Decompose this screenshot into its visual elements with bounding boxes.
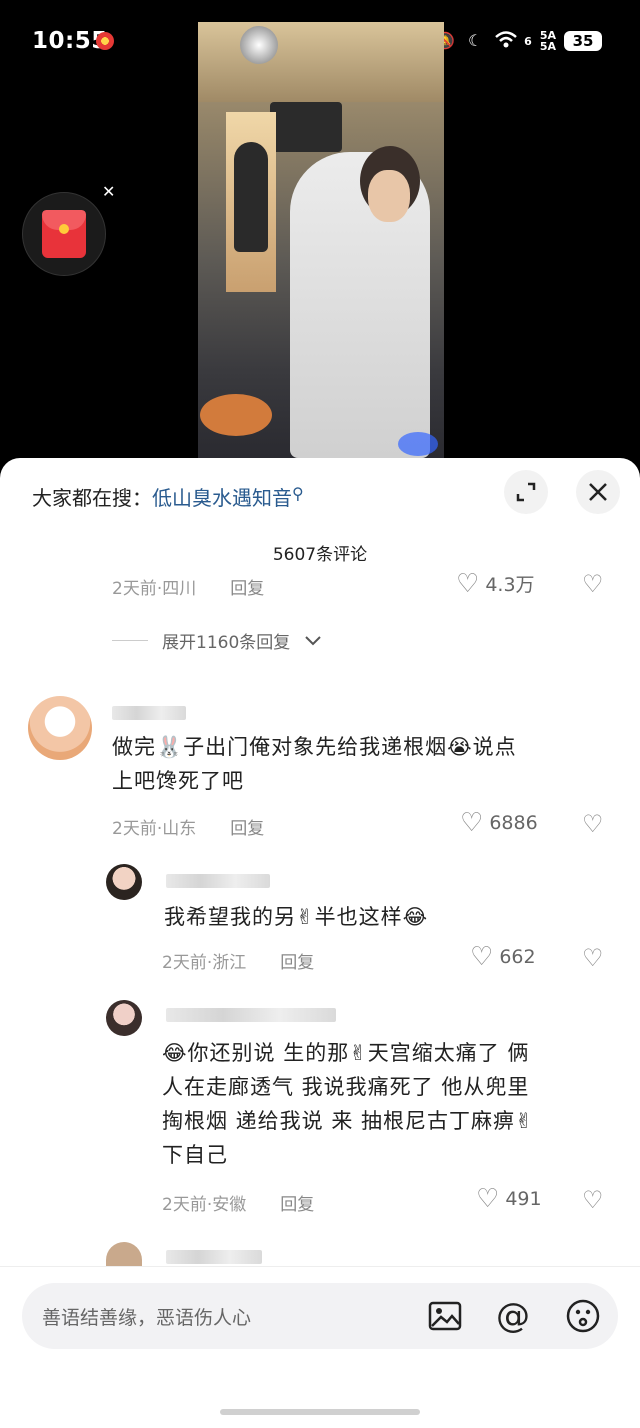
comment-line: 做完🐰子出门俺对象先给我递根烟😭说点 [112,735,517,759]
comment-line: 掏根烟 递给我说 来 抽根尼古丁麻痹✌ [162,1109,534,1133]
heart-icon: ♡ [456,568,480,599]
network-type: 5A 5A [540,30,556,52]
like-count: 6886 [489,812,538,834]
red-packet-button[interactable] [22,192,106,276]
search-icon: ⚲ [292,484,304,503]
video-speaker [270,102,342,152]
search-suggestion[interactable]: 大家都在搜：低山臭水遇知音⚲ [32,482,304,511]
video-poster [226,112,276,292]
comment-text: 我希望我的另✌半也这样😂 [164,900,428,934]
comment-line: 上吧馋死了吧 [112,769,244,793]
emoji-button[interactable] [562,1295,604,1337]
comment-time-location: 2天前·浙江 [162,953,247,973]
video-ceiling [198,22,444,102]
search-keyword[interactable]: 低山臭水遇知音 [152,486,292,510]
signal-indicator: 6 [524,36,532,47]
comment-time-location: 2天前·安徽 [162,1195,247,1215]
image-icon [428,1301,462,1331]
mention-button[interactable]: @ [492,1295,534,1337]
like-button[interactable]: ♡ 662 [470,944,536,970]
notification-app-icon [96,32,114,50]
heart-icon: ♡ [460,808,484,838]
comment-line: 我希望我的另✌半也这样😂 [164,905,429,929]
comment-meta: 2天前·浙江 回复 [162,948,314,973]
red-packet-close-icon[interactable]: ✕ [102,182,115,201]
comments-count: 5607条评论 [272,545,368,565]
reply-button[interactable]: 回复 [230,814,264,839]
comment-text: 😂你还别说 生的那✌天宫缩太痛了 俩 人在走廊透气 我说我痛死了 他从兜里 掏根… [162,1036,534,1172]
video-player[interactable] [198,22,444,458]
heart-icon: ♡ [470,942,494,972]
chevron-down-icon [305,635,321,645]
comment-input-placeholder: 善语结善缘，恶语伤人心 [42,1307,252,1329]
divider-line [112,640,148,641]
reply-button[interactable]: 回复 [280,948,314,973]
reply-button[interactable]: 回复 [280,1190,314,1215]
comment-line: 人在走廊透气 我说我痛死了 他从兜里 [162,1075,530,1099]
like-button[interactable]: ♡ 491 [476,1186,542,1212]
comment-meta: 2天前·安徽 回复 [162,1190,314,1215]
avatar[interactable] [106,1242,142,1266]
reply-button[interactable]: 回复 [230,574,264,599]
video-woman-face [368,170,410,222]
comment-line: 下自己 [162,1143,228,1167]
wifi-icon [494,30,518,52]
signal-label: 6 [524,34,532,48]
comment-meta: 2天前·山东 回复 [112,814,264,839]
home-indicator[interactable] [220,1409,420,1415]
broken-heart-icon[interactable]: ♡ [582,810,604,838]
close-button[interactable] [576,470,620,514]
like-button[interactable]: ♡ 4.3万 [456,570,535,597]
emoji-icon [566,1299,600,1333]
expand-replies-button[interactable]: 展开1160条回复 [112,628,322,653]
comment-input[interactable]: 善语结善缘，恶语伤人心 @ [22,1283,618,1349]
comment-meta: 2天前·四川 回复 [112,574,264,599]
search-prefix: 大家都在搜： [32,486,152,510]
comment-time-location: 2天前·四川 [112,579,197,599]
like-count: 4.3万 [485,574,535,596]
like-count: 662 [499,946,536,968]
video-blue-light [398,432,438,456]
heart-icon: ♡ [476,1184,500,1214]
username-blurred[interactable] [112,706,186,720]
expand-button[interactable] [504,470,548,514]
comment-text: 做完🐰子出门俺对象先给我递根烟😭说点 上吧馋死了吧 [112,730,517,798]
moon-icon: ☾ [468,31,483,50]
expand-icon [516,482,536,502]
broken-heart-icon[interactable]: ♡ [582,944,604,972]
expand-replies-label: 展开1160条回复 [162,633,291,653]
video-stool [200,394,272,436]
comment-time-location: 2天前·山东 [112,819,197,839]
username-blurred[interactable] [166,874,270,888]
avatar[interactable] [106,864,142,900]
username-blurred[interactable] [166,1008,336,1022]
avatar[interactable] [106,1000,142,1036]
network-bottom: 5A [539,40,556,53]
username-blurred[interactable] [166,1250,262,1264]
comment-line: 😂你还别说 生的那✌天宫缩太痛了 俩 [162,1041,530,1065]
comment-input-bar: 善语结善缘，恶语伤人心 @ [0,1266,640,1428]
at-icon: @ [496,1296,530,1336]
battery-icon: 35 [564,31,602,51]
close-icon [589,483,607,501]
red-packet-icon [42,210,86,258]
avatar[interactable] [28,696,92,760]
broken-heart-icon[interactable]: ♡ [582,570,604,598]
image-button[interactable] [424,1295,466,1337]
broken-heart-icon[interactable]: ♡ [582,1186,604,1214]
like-count: 491 [505,1188,542,1210]
comments-sheet: 大家都在搜：低山臭水遇知音⚲ 5607条评论 2天前·四川 回复 ♡ 4.3万 … [0,458,640,1428]
video-disco-ball [240,26,278,64]
like-button[interactable]: ♡ 6886 [460,810,538,836]
